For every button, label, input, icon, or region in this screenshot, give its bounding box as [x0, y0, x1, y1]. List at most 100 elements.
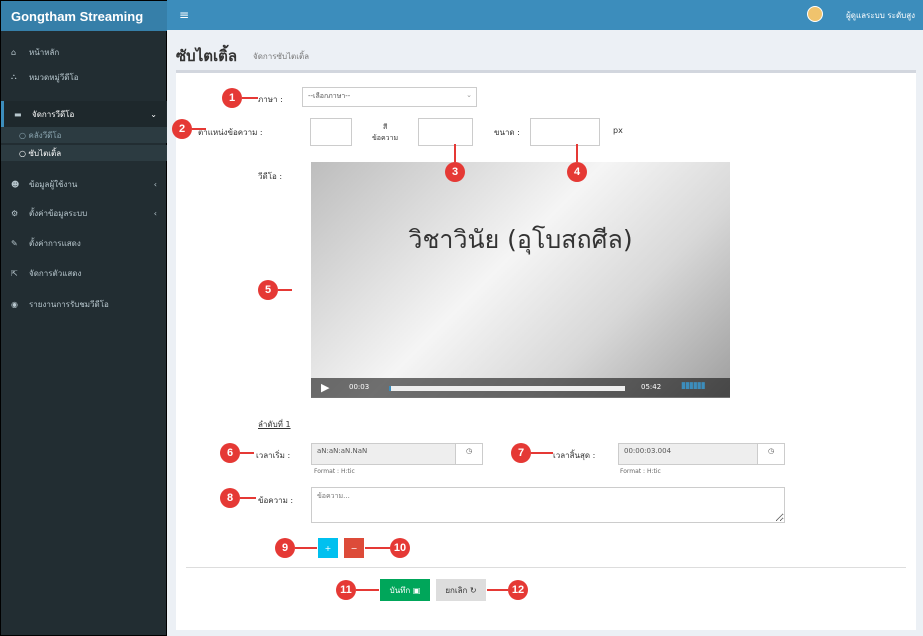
annotation-arrow — [240, 497, 256, 499]
annotation-9: 9 — [275, 538, 295, 558]
top-navbar: ≡ ผู้ดูแลระบบ ระดับสูง — [167, 0, 923, 30]
sidebar-subitem-subtitles[interactable]: ○ ซับไตเติ้ล — [1, 145, 167, 161]
sidebar-item-label: รายงานการรับชมวีดีโอ — [29, 299, 109, 309]
sidebar-item-reports[interactable]: ◉ รายงานการรับชมวีดีโอ — [1, 291, 167, 317]
video-player[interactable]: วิชาวินัย (อุโบสถศีล) ▶ 00:03 05:42 ▮▮▮▮… — [311, 162, 730, 398]
report-icon: ◉ — [11, 299, 18, 309]
divider — [186, 567, 906, 568]
subitem-label: คลังวีดีโอ — [28, 130, 62, 140]
progress-bar[interactable] — [389, 386, 625, 391]
save-icon: ▣ — [412, 585, 421, 595]
app-brand[interactable]: Gongtham Streaming — [1, 1, 168, 31]
page-subtitle: จัดการซับไตเติ้ล — [253, 52, 310, 61]
start-time-label: เวลาเริ่ม : — [256, 451, 291, 460]
annotation-10: 10 — [390, 538, 410, 558]
annotation-arrow — [487, 589, 508, 591]
refresh-icon: ↻ — [469, 585, 477, 595]
page-title: ซับไตเติ้ล — [176, 47, 238, 65]
save-button-label: บันทึก — [389, 585, 411, 595]
user-name[interactable]: ผู้ดูแลระบบ ระดับสูง — [846, 9, 915, 22]
subtitle-text-input[interactable] — [311, 487, 785, 523]
video-icon: ▬ — [14, 109, 22, 119]
annotation-4: 4 — [567, 162, 587, 182]
volume-icon[interactable]: ▮▮▮▮▮▮ — [681, 381, 706, 391]
cancel-button[interactable]: ยกเลิก ↻ — [436, 579, 486, 601]
annotation-1: 1 — [222, 88, 242, 108]
sidebar-item-users[interactable]: ☻ ข้อมูลผู้ใช้งาน ‹ — [1, 171, 167, 197]
edit-icon: ✎ — [11, 238, 18, 248]
sidebar-subitem-library[interactable]: ○ คลังวีดีโอ — [1, 127, 167, 143]
sidebar-item-label: ตั้งค่าการแสดง — [29, 238, 81, 248]
annotation-12: 12 — [508, 580, 528, 600]
position-label: ตำแหน่งข้อความ : — [198, 128, 263, 137]
sidebar-item-label: จัดการวีดีโอ — [32, 109, 75, 119]
language-select[interactable]: --เลือกภาษา-- ⌄ — [302, 87, 477, 107]
start-time-input[interactable]: aN:aN:aN.NaN — [311, 443, 456, 465]
users-icon: ☻ — [11, 179, 20, 189]
annotation-11: 11 — [336, 580, 356, 600]
annotation-5: 5 — [258, 280, 278, 300]
sidebar-item-categories[interactable]: ⛬ หมวดหมู่วีดีโอ — [1, 64, 167, 90]
add-icon: + — [324, 543, 332, 553]
end-format-hint: Format : H:tic — [620, 468, 661, 475]
annotation-arrow — [576, 144, 578, 162]
sidebar-item-display[interactable]: ✎ ตั้งค่าการแสดง — [1, 230, 167, 256]
remove-subtitle-button[interactable]: − — [344, 538, 364, 558]
annotation-arrow — [192, 128, 206, 130]
video-controls: ▶ 00:03 05:42 ▮▮▮▮▮▮ — [311, 378, 730, 398]
total-time: 05:42 — [641, 383, 662, 391]
sidebar-item-home[interactable]: ⌂ หน้าหลัก — [1, 39, 167, 65]
sitemap-icon: ⛬ — [11, 72, 17, 81]
end-time-input[interactable]: 00:00:03.004 — [618, 443, 758, 465]
annotation-7: 7 — [511, 443, 531, 463]
cancel-button-label: ยกเลิก — [445, 585, 468, 595]
sequence-label: ลำดับที่ 1 — [258, 420, 291, 429]
annotation-arrow — [365, 547, 390, 549]
annotation-arrow — [295, 547, 317, 549]
external-icon: ⇱ — [11, 268, 18, 278]
size-input[interactable] — [530, 118, 600, 146]
annotation-8: 8 — [220, 488, 240, 508]
start-format-hint: Format : H:tic — [314, 468, 355, 475]
remove-icon: − — [350, 543, 358, 553]
sidebar: Gongtham Streaming ⌂ หน้าหลัก ⛬ หมวดหมู่วี… — [0, 0, 168, 636]
clock-icon[interactable]: ◷ — [455, 443, 483, 465]
sidebar-item-videos[interactable]: ▬ จัดการวีดีโอ ⌄ — [1, 101, 167, 127]
annotation-3: 3 — [445, 162, 465, 182]
annotation-2: 2 — [172, 119, 192, 139]
annotation-arrow — [356, 589, 379, 591]
end-time-label: เวลาสิ้นสุด : — [553, 451, 596, 460]
language-label: ภาษา : — [258, 95, 283, 104]
video-title-text: วิชาวินัย (อุโบสถศีล) — [408, 225, 633, 254]
sidebar-item-label: ตั้งค่าข้อมูลระบบ — [29, 208, 88, 218]
color-label: สี ข้อความ — [372, 123, 399, 142]
sidebar-item-performers[interactable]: ⇱ จัดการตัวแสดง — [1, 260, 167, 286]
sidebar-item-settings[interactable]: ⚙ ตั้งค่าข้อมูลระบบ ‹ — [1, 200, 167, 226]
avatar[interactable] — [807, 6, 823, 22]
annotation-arrow — [454, 144, 456, 162]
annotation-arrow — [240, 452, 254, 454]
clock-icon[interactable]: ◷ — [757, 443, 785, 465]
chevron-left-icon: ‹ — [153, 208, 157, 218]
position-input[interactable] — [310, 118, 352, 146]
progress-fill — [389, 386, 392, 391]
text-label: ข้อความ : — [258, 496, 294, 505]
sidebar-item-label: จัดการตัวแสดง — [29, 268, 82, 278]
annotation-arrow — [278, 289, 292, 291]
annotation-arrow — [242, 97, 258, 99]
add-subtitle-button[interactable]: + — [318, 538, 338, 558]
chevron-down-icon: ⌄ — [150, 109, 157, 119]
menu-toggle-icon[interactable]: ≡ — [179, 8, 189, 22]
sidebar-item-label: ข้อมูลผู้ใช้งาน — [29, 179, 78, 189]
sidebar-item-label: หน้าหลัก — [29, 47, 60, 57]
save-button[interactable]: บันทึก ▣ — [380, 579, 430, 601]
annotation-arrow — [531, 452, 553, 454]
play-icon[interactable]: ▶ — [321, 381, 329, 394]
size-label: ขนาด : — [494, 128, 520, 137]
annotation-6: 6 — [220, 443, 240, 463]
subitem-label: ซับไตเติ้ล — [28, 148, 62, 158]
video-label: วีดีโอ : — [258, 172, 283, 181]
color-input[interactable] — [418, 118, 473, 146]
cogs-icon: ⚙ — [11, 208, 19, 218]
language-select-value: --เลือกภาษา-- — [308, 92, 351, 100]
